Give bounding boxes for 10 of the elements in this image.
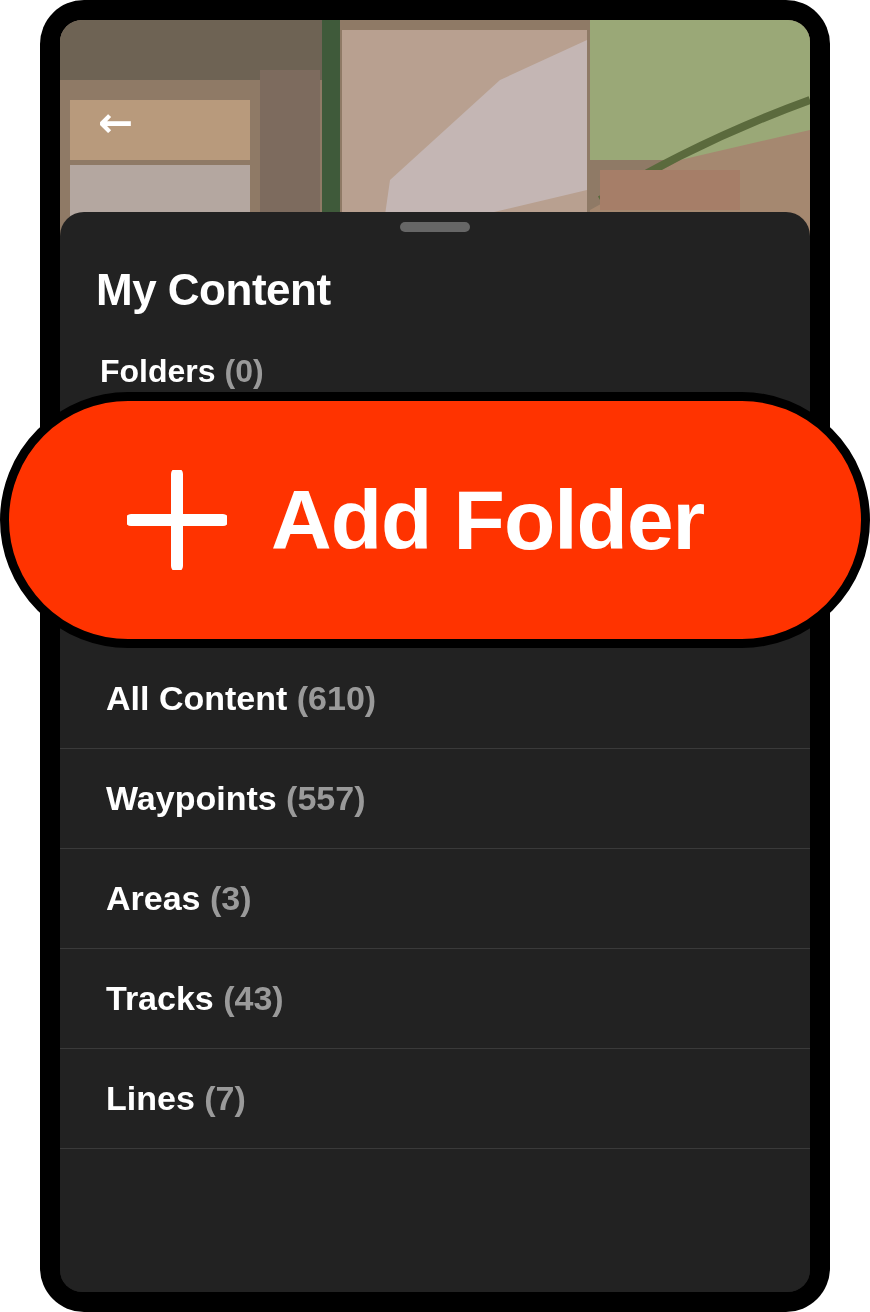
plus-icon xyxy=(127,470,227,570)
drag-handle[interactable] xyxy=(400,222,470,232)
sheet-title: My Content xyxy=(96,264,332,316)
list-item[interactable]: Lines (7) xyxy=(60,1049,810,1149)
list-item[interactable]: Waypoints (557) xyxy=(60,749,810,849)
list-item[interactable]: All Content (610) xyxy=(60,649,810,749)
list-item[interactable]: Areas (3) xyxy=(60,849,810,949)
section-heading: Folders (0) xyxy=(100,352,265,391)
add-folder-button[interactable]: Add Folder xyxy=(0,392,870,648)
list-item[interactable]: Tracks (43) xyxy=(60,949,810,1049)
